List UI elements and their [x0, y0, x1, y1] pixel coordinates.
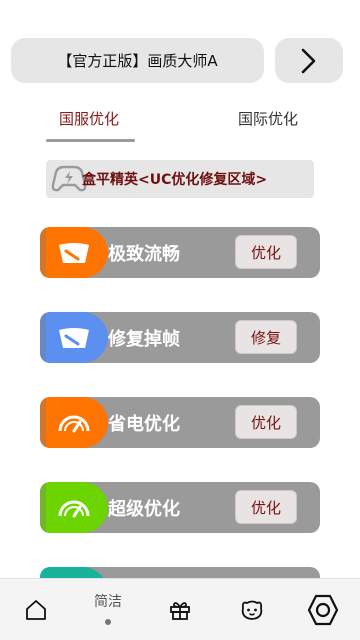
optimize-button[interactable]: 优化	[235, 405, 297, 439]
region-tabs: 国服优化 国际优化	[0, 100, 360, 146]
bottom-nav: 简洁	[0, 578, 360, 640]
mode-label: 极致流畅	[108, 244, 180, 265]
next-button[interactable]	[275, 38, 343, 83]
mode-label: 超级优化	[108, 499, 180, 520]
nav-clean[interactable]: 简洁	[78, 579, 138, 640]
mode-badge-edge	[40, 397, 46, 448]
home-icon	[26, 600, 46, 620]
mode-badge-edge	[40, 482, 46, 533]
app-title: 【官方正版】画质大师A	[57, 52, 218, 70]
mode-label: 省电优化	[108, 414, 180, 435]
nav-home[interactable]	[6, 579, 66, 640]
nav-clean-label: 简洁	[94, 594, 122, 610]
mode-row-super: 超级优化 优化	[40, 482, 320, 533]
gift-icon	[170, 602, 190, 620]
mode-row-smooth: 极致流畅 优化	[40, 227, 320, 278]
tab-indicator	[46, 139, 135, 142]
app-title-box[interactable]: 【官方正版】画质大师A	[11, 38, 264, 83]
meter-icon	[58, 500, 90, 518]
nav-face[interactable]	[222, 579, 282, 640]
tab-international[interactable]: 国际优化	[238, 108, 298, 129]
active-dot-indicator	[105, 619, 111, 625]
optimize-button[interactable]: 优化	[235, 490, 297, 524]
settings-hexagon-icon	[307, 594, 339, 626]
mode-row-fix-frames: 修复掉帧 修复	[40, 312, 320, 363]
meter-icon	[58, 415, 90, 433]
nav-settings[interactable]	[293, 579, 353, 640]
face-icon	[241, 600, 263, 620]
mode-row-power-saving: 省电优化 优化	[40, 397, 320, 448]
region-banner[interactable]: 盒平精英<UC优化修复区域>	[46, 160, 314, 198]
tab-domestic[interactable]: 国服优化	[59, 108, 119, 129]
mode-badge-edge	[40, 227, 46, 278]
repair-button[interactable]: 修复	[235, 320, 297, 354]
speed-gauge-icon	[59, 328, 89, 348]
mode-badge-edge	[40, 312, 46, 363]
chevron-right-icon	[301, 48, 316, 73]
speed-gauge-icon	[59, 243, 89, 263]
optimize-button[interactable]: 优化	[235, 235, 297, 269]
top-bar: 【官方正版】画质大师A	[11, 38, 349, 84]
mode-label: 修复掉帧	[108, 329, 180, 350]
region-label: 盒平精英<UC优化修复区域>	[82, 172, 268, 188]
nav-gift[interactable]	[150, 579, 210, 640]
